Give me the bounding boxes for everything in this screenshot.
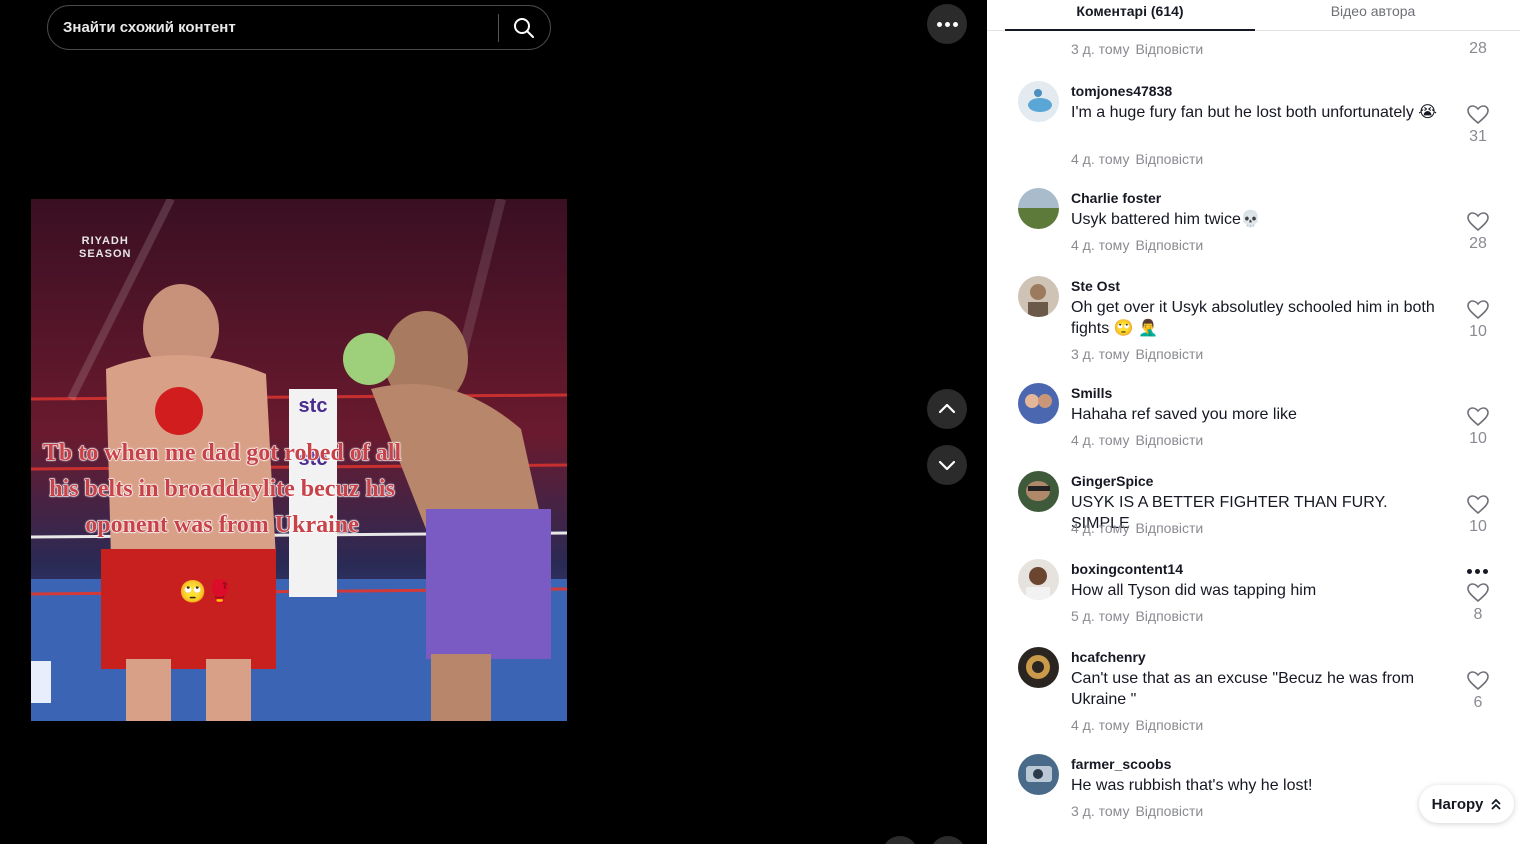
player-control-button[interactable] (882, 836, 918, 844)
comment-username[interactable]: tomjones47838 (1071, 83, 1172, 99)
like-count: 10 (1469, 323, 1487, 340)
comment-meta: 5 д. тому Відповісти (1071, 608, 1203, 624)
comment-text: Hahaha ref saved you more like (1071, 406, 1297, 423)
search-input[interactable] (63, 6, 493, 49)
heart-icon[interactable] (1466, 212, 1490, 232)
comment-time: 4 д. тому (1071, 717, 1130, 733)
comment-text: He was rubbish that's why he lost! (1071, 777, 1313, 794)
like-count: 31 (1469, 128, 1487, 145)
reply-button[interactable]: Відповісти (1135, 520, 1203, 536)
comment-meta: 4 д. тому Відповісти (1071, 237, 1203, 253)
comment-meta: 4 д. тому Відповісти (1071, 520, 1203, 536)
chevron-up-icon (938, 403, 956, 414)
heart-icon[interactable] (1466, 495, 1490, 515)
avatar[interactable] (1018, 471, 1059, 512)
reply-button[interactable]: Відповісти (1135, 803, 1203, 819)
like-count: 28 (1469, 40, 1487, 57)
reply-button[interactable]: Відповісти (1135, 432, 1203, 448)
comment-more-icon[interactable] (1467, 569, 1488, 574)
comment-text: Usyk battered him twice💀 (1071, 211, 1261, 228)
double-chevron-up-icon (1491, 798, 1501, 810)
avatar[interactable] (1018, 81, 1059, 122)
comment-username[interactable]: farmer_scoobs (1071, 756, 1171, 772)
comment-meta: 3 д. тому Відповісти (1071, 41, 1203, 57)
player-control-button[interactable] (930, 836, 966, 844)
comment-username[interactable]: GingerSpice (1071, 473, 1153, 489)
avatar[interactable] (1018, 647, 1059, 688)
avatar[interactable] (1018, 188, 1059, 229)
sponsor-logo: RIYADH SEASON (79, 235, 132, 260)
comment-username[interactable]: Smills (1071, 385, 1112, 401)
comment-meta: 4 д. тому Відповісти (1071, 151, 1203, 167)
comment-meta: 3 д. тому Відповісти (1071, 346, 1203, 362)
comment-username[interactable]: Ste Ost (1071, 278, 1120, 294)
tab-author-videos[interactable]: Відео автора (1255, 0, 1491, 31)
app-root: RIYADH SEASON stc stc Tb to when me dad … (0, 0, 1520, 844)
comment-username[interactable]: boxingcontent14 (1071, 561, 1183, 577)
comment-meta: 4 д. тому Відповісти (1071, 432, 1203, 448)
avatar[interactable] (1018, 754, 1059, 795)
like-count: 28 (1469, 235, 1487, 252)
reply-button[interactable]: Відповісти (1135, 608, 1203, 624)
search-button[interactable] (508, 12, 540, 44)
video-area: RIYADH SEASON stc stc Tb to when me dad … (0, 0, 987, 844)
reply-button[interactable]: Відповісти (1135, 237, 1203, 253)
comment-time: 3 д. тому (1071, 41, 1130, 57)
avatar[interactable] (1018, 559, 1059, 600)
heart-icon[interactable] (1466, 300, 1490, 320)
comment-username[interactable]: hcafchenry (1071, 649, 1146, 665)
tab-comments[interactable]: Коментарі (614) (1005, 0, 1255, 31)
reply-button[interactable]: Відповісти (1135, 717, 1203, 733)
like-count: 10 (1469, 518, 1487, 535)
heart-icon[interactable] (1466, 671, 1490, 691)
comment-time: 4 д. тому (1071, 432, 1130, 448)
avatar[interactable] (1018, 383, 1059, 424)
heart-icon[interactable] (1466, 105, 1490, 125)
comments-panel: Коментарі (614) Відео автора 3 д. тому Ві… (987, 0, 1520, 844)
comment-time: 4 д. тому (1071, 237, 1130, 253)
search-bar[interactable] (47, 5, 551, 50)
chevron-down-icon (938, 460, 956, 471)
comment-time: 4 д. тому (1071, 520, 1130, 536)
video-player[interactable]: RIYADH SEASON stc stc Tb to when me dad … (31, 199, 567, 721)
comment-text: Can't use that as an excuse "Becuz he wa… (1071, 670, 1415, 708)
heart-icon[interactable] (1466, 407, 1490, 427)
comment-time: 3 д. тому (1071, 346, 1130, 362)
search-divider (498, 14, 499, 42)
heart-icon[interactable] (1466, 583, 1490, 603)
previous-video-button[interactable] (927, 389, 967, 429)
reply-button[interactable]: Відповісти (1135, 151, 1203, 167)
back-to-top-button[interactable]: Нагору (1419, 785, 1514, 823)
comment-time: 4 д. тому (1071, 151, 1130, 167)
like-count: 6 (1473, 694, 1483, 711)
more-icon (936, 21, 958, 27)
comment-time: 3 д. тому (1071, 803, 1130, 819)
search-icon (514, 18, 534, 38)
back-to-top-label: Нагору (1431, 795, 1484, 813)
comment-text: How all Tyson did was tapping him (1071, 582, 1317, 599)
avatar[interactable] (1018, 276, 1059, 317)
like-count: 8 (1473, 606, 1483, 623)
like-count: 10 (1469, 430, 1487, 447)
caption-emoji: 🙄🥊 (179, 579, 234, 604)
comment-time: 5 д. тому (1071, 608, 1130, 624)
comment-text: I'm a huge fury fan but he lost both unf… (1071, 104, 1437, 121)
comment-username[interactable]: Charlie foster (1071, 190, 1161, 206)
video-caption: Tb to when me dad got robed of all his b… (42, 440, 402, 539)
next-video-button[interactable] (927, 445, 967, 485)
panel-tabs: Коментарі (614) Відео автора (987, 0, 1520, 31)
reply-button[interactable]: Відповісти (1135, 41, 1203, 57)
comment-meta: 3 д. тому Відповісти (1071, 803, 1203, 819)
more-options-button[interactable] (927, 4, 967, 44)
comment-meta: 4 д. тому Відповісти (1071, 717, 1203, 733)
reply-button[interactable]: Відповісти (1135, 346, 1203, 362)
comment-text: Oh get over it Usyk absolutley schooled … (1071, 299, 1435, 337)
